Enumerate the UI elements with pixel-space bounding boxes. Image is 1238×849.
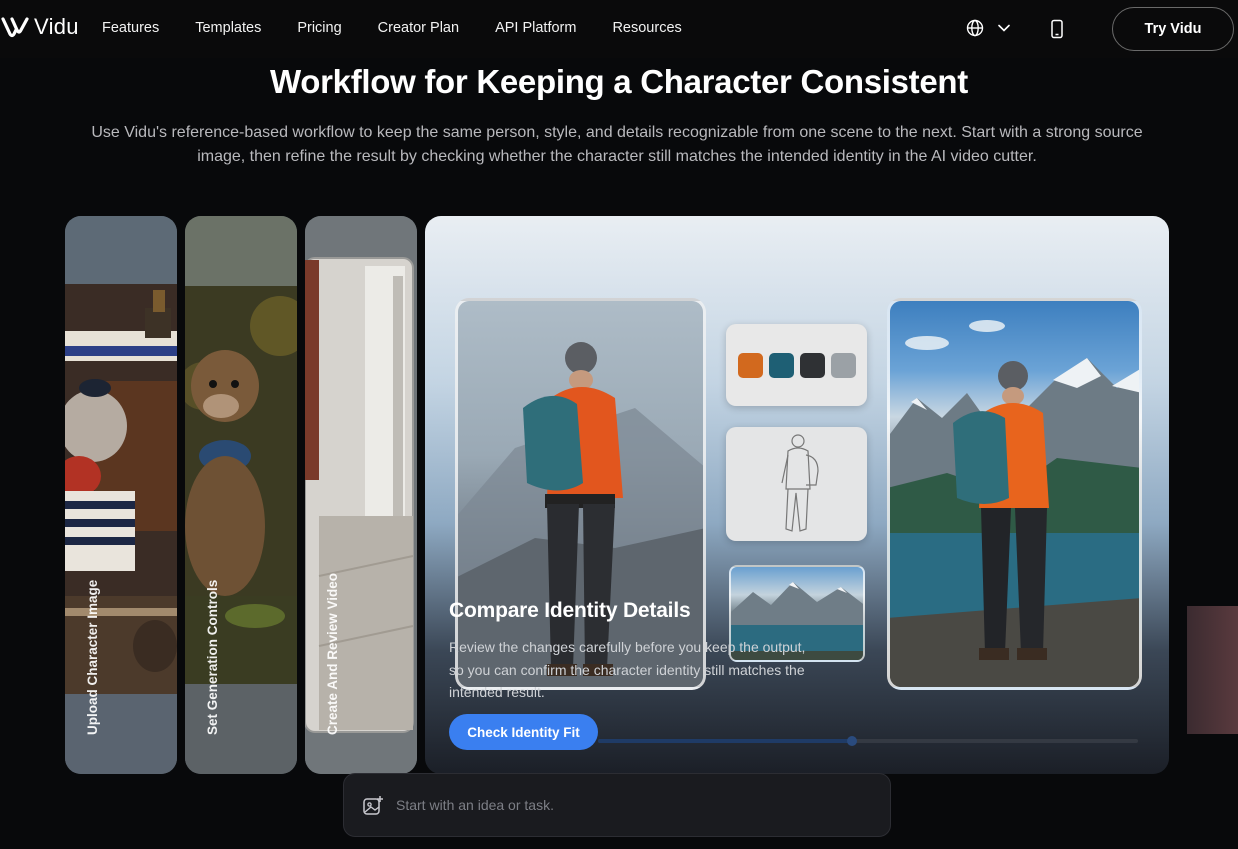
active-step-description: Review the changes carefully before you … [449,639,806,700]
nav-link-api-platform[interactable]: API Platform [495,20,576,36]
step-label-generation-controls: Set Generation Controls [205,579,220,735]
language-selector[interactable] [966,19,1010,37]
phone-icon [1051,19,1063,39]
nav-link-pricing[interactable]: Pricing [297,20,341,36]
outline-sketch-card [726,427,867,541]
nav-link-resources[interactable]: Resources [612,20,681,36]
globe-icon [966,19,984,37]
vidu-logo-icon [1,17,29,38]
color-palette-card [726,324,867,406]
swatch-gray [830,352,856,378]
step-progress-fill [598,739,852,743]
check-identity-fit-button[interactable]: Check Identity Fit [449,714,598,750]
source-image-frame [455,298,706,690]
top-nav: Vidu Features Templates Pricing Creator … [0,0,1238,58]
step-card-create-review[interactable]: Create And Review Video [305,216,417,774]
active-step-title: Compare Identity Details [449,599,691,622]
hiker-result-image [890,320,1139,687]
nav-link-features[interactable]: Features [102,20,159,36]
section-title: Workflow for Keeping a Character Consist… [270,63,968,100]
step-label-upload: Upload Character Image [85,579,100,735]
swatch-teal [768,352,794,378]
prompt-bar [343,773,891,837]
hiker-source-image [458,342,703,687]
logo-text: Vidu [34,14,79,39]
hiker-outline-icon [781,434,819,532]
image-add-icon[interactable] [362,795,384,817]
swatch-orange [737,352,763,378]
next-card-peek[interactable] [1187,606,1238,734]
step-label-create-review: Create And Review Video [325,572,340,735]
nav-link-templates[interactable]: Templates [195,20,261,36]
try-vidu-button[interactable]: Try Vidu [1112,7,1234,51]
step-progress-bar [598,736,1138,746]
prompt-input[interactable] [396,774,876,836]
logo[interactable]: Vidu [0,14,79,40]
step-card-generation-controls[interactable]: Set Generation Controls [185,216,297,774]
active-step-panel: Compare Identity Details Review the chan… [425,216,1169,774]
chevron-down-icon [998,24,1010,32]
nav-links: Features Templates Pricing Creator Plan … [102,20,682,36]
nav-link-creator-plan[interactable]: Creator Plan [378,20,459,36]
step-progress-handle[interactable] [846,736,857,746]
swatch-charcoal [799,352,825,378]
section-subtitle: Use Vidu's reference-based workflow to k… [91,124,1143,165]
step-card-upload[interactable]: Upload Character Image [65,216,177,774]
result-image-frame [887,298,1142,690]
mobile-app-button[interactable] [1050,19,1064,44]
